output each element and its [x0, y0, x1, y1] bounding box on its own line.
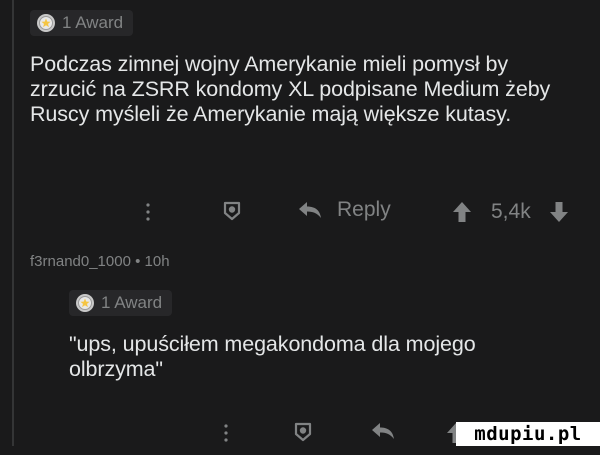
award-medal-icon [75, 293, 95, 313]
comment-meta: f3rnand0_1000 • 10h [30, 253, 170, 270]
award-label: 1 Award [62, 13, 124, 32]
more-vertical-icon [145, 202, 151, 222]
watermark-logo: mdupiu.pl [456, 422, 600, 446]
more-options-button[interactable] [145, 202, 151, 222]
username-link[interactable]: f3rnand0_1000 [30, 253, 131, 270]
more-vertical-icon [223, 423, 229, 443]
upvote-arrow-icon [452, 201, 472, 223]
award-medal-icon [36, 13, 56, 33]
reply-label: Reply [337, 198, 391, 221]
award-label: 1 Award [101, 293, 163, 312]
award-badge[interactable]: 1 Award [30, 10, 134, 36]
upvote-button[interactable] [452, 201, 472, 223]
reply-arrow-icon [370, 420, 396, 442]
more-options-button[interactable] [223, 423, 229, 443]
downvote-button[interactable] [549, 201, 569, 223]
downvote-arrow-icon [549, 201, 569, 223]
reply-button[interactable]: Reply [297, 198, 391, 222]
give-award-button[interactable] [220, 199, 244, 223]
comment-body: "ups, upuściłem megakondoma dla mojego o… [69, 332, 476, 381]
reply-arrow-icon [297, 199, 323, 221]
comment-action-bar: Reply 5,4k [0, 192, 600, 232]
comment-body: Podczas zimnej wojny Amerykanie mieli po… [30, 52, 551, 126]
comment-age: 10h [144, 253, 170, 270]
reply-button[interactable] [370, 420, 396, 442]
award-button-icon [291, 420, 315, 444]
give-award-button[interactable] [291, 420, 315, 444]
vote-score: 5,4k [491, 200, 531, 223]
award-button-icon [220, 199, 244, 223]
meta-separator: • [135, 253, 141, 270]
award-badge[interactable]: 1 Award [69, 290, 173, 316]
